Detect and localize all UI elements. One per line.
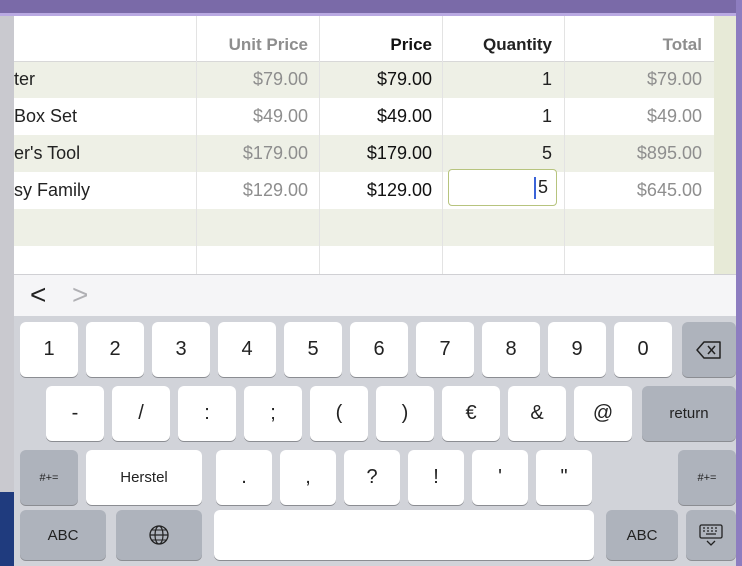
cell-total: $895.00 [636, 143, 702, 163]
key-colon[interactable]: : [178, 386, 236, 441]
cell-name[interactable]: ter [14, 61, 194, 98]
return-key[interactable]: return [642, 386, 736, 441]
key-0[interactable]: 0 [614, 322, 672, 377]
cell-total: $79.00 [646, 69, 702, 89]
table-side-strip [714, 16, 736, 274]
cell-price[interactable]: $129.00 [318, 172, 432, 209]
previous-field-button[interactable]: < [30, 279, 46, 311]
cell-price[interactable]: $49.00 [318, 98, 432, 135]
key-2[interactable]: 2 [86, 322, 144, 377]
key-at[interactable]: @ [574, 386, 632, 441]
key-euro[interactable]: € [442, 386, 500, 441]
cell-name[interactable]: sy Family [14, 172, 194, 209]
text-caret [534, 177, 536, 199]
header-total[interactable]: Total [574, 26, 702, 63]
dismiss-keyboard-key[interactable] [686, 510, 736, 560]
key-6[interactable]: 6 [350, 322, 408, 377]
header-quantity[interactable]: Quantity [442, 26, 552, 63]
cell-total: $645.00 [636, 180, 702, 200]
numeric-keyboard: 1 2 3 4 5 6 7 8 9 0 - / : ; ( ) € & @ re… [14, 316, 736, 566]
symbols-key-right[interactable]: #+= [678, 450, 736, 505]
order-table: Unit Price Price Quantity Total ter $79.… [14, 16, 736, 274]
table-row-empty[interactable] [14, 209, 714, 246]
keyboard-accessory-bar: < > [14, 274, 736, 317]
key-semicolon[interactable]: ; [244, 386, 302, 441]
key-dash[interactable]: - [46, 386, 104, 441]
key-8[interactable]: 8 [482, 322, 540, 377]
key-comma[interactable]: , [280, 450, 336, 505]
cell-price[interactable]: $179.00 [318, 135, 432, 172]
window-frame-top [0, 0, 742, 16]
quantity-edit-field[interactable]: 5 [448, 169, 557, 206]
header-price[interactable]: Price [318, 26, 432, 63]
next-field-button[interactable]: > [72, 279, 88, 311]
quantity-edit-value: 5 [537, 177, 548, 197]
key-4[interactable]: 4 [218, 322, 276, 377]
key-slash[interactable]: / [112, 386, 170, 441]
undo-key[interactable]: Herstel [86, 450, 202, 505]
key-exclamation[interactable]: ! [408, 450, 464, 505]
keyboard-dismiss-icon [699, 524, 723, 546]
cell-quantity[interactable]: 1 [442, 61, 552, 98]
symbols-key-left[interactable]: #+= [20, 450, 78, 505]
key-close-paren[interactable]: ) [376, 386, 434, 441]
globe-key[interactable] [116, 510, 202, 560]
cell-unit-price: $179.00 [242, 143, 308, 163]
key-3[interactable]: 3 [152, 322, 210, 377]
app-window: Unit Price Price Quantity Total ter $79.… [0, 0, 742, 566]
key-question[interactable]: ? [344, 450, 400, 505]
cell-price[interactable]: $79.00 [318, 61, 432, 98]
backspace-icon [696, 340, 721, 359]
header-unit-price[interactable]: Unit Price [194, 26, 308, 63]
key-open-paren[interactable]: ( [310, 386, 368, 441]
key-5[interactable]: 5 [284, 322, 342, 377]
key-7[interactable]: 7 [416, 322, 474, 377]
key-ampersand[interactable]: & [508, 386, 566, 441]
abc-key-right[interactable]: ABC [606, 510, 678, 560]
abc-key-left[interactable]: ABC [20, 510, 106, 560]
space-key[interactable] [214, 510, 594, 560]
cell-quantity[interactable]: 5 [442, 135, 552, 172]
delete-key[interactable] [682, 322, 736, 377]
cell-name[interactable]: Box Set [14, 98, 194, 135]
globe-icon [149, 525, 169, 545]
window-frame-right [736, 0, 742, 566]
window-frame-left [0, 492, 14, 566]
cell-unit-price: $79.00 [252, 69, 308, 89]
key-1[interactable]: 1 [20, 322, 78, 377]
key-quote[interactable]: " [536, 450, 592, 505]
key-period[interactable]: . [216, 450, 272, 505]
cell-unit-price: $129.00 [242, 180, 308, 200]
cell-quantity[interactable]: 1 [442, 98, 552, 135]
cell-unit-price: $49.00 [252, 106, 308, 126]
column-divider [564, 16, 565, 274]
cell-name[interactable]: er's Tool [14, 135, 194, 172]
key-apostrophe[interactable]: ' [472, 450, 528, 505]
key-9[interactable]: 9 [548, 322, 606, 377]
cell-total: $49.00 [646, 106, 702, 126]
